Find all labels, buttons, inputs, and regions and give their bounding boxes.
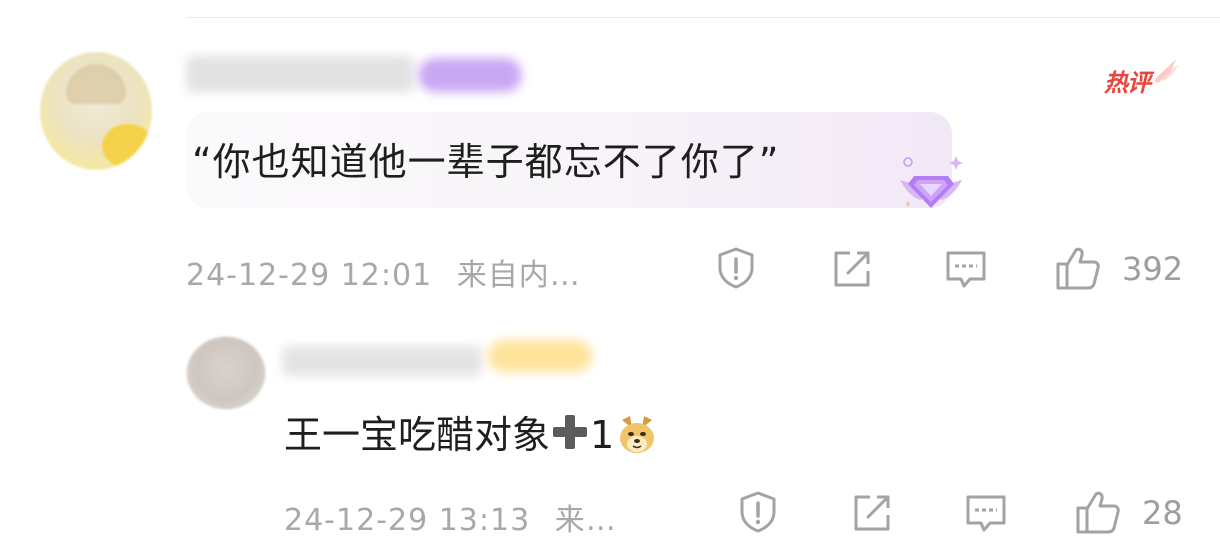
comment-meta: 24-12-29 12:01 来自内… bbox=[186, 250, 581, 294]
doge-emoji-icon bbox=[620, 416, 655, 453]
reply-username-redacted[interactable] bbox=[282, 346, 482, 376]
avatar-badge bbox=[102, 124, 152, 168]
reply-timestamp: 24-12-29 13:13 bbox=[284, 503, 531, 538]
reply-share-icon[interactable] bbox=[850, 491, 894, 535]
commenter-username-redacted[interactable] bbox=[186, 56, 414, 92]
comment-timestamp: 24-12-29 12:01 bbox=[186, 258, 433, 293]
reply-report-icon[interactable] bbox=[736, 490, 780, 534]
thumbs-up-icon[interactable] bbox=[1054, 244, 1102, 292]
reply-text-suffix: 1 bbox=[590, 413, 615, 457]
hot-comment-tag: 热评 bbox=[1100, 55, 1182, 99]
share-icon[interactable] bbox=[830, 247, 874, 291]
reply-comment-icon[interactable] bbox=[964, 492, 1008, 536]
reply-level-badge-redacted bbox=[488, 340, 592, 372]
reply-source: 来… bbox=[554, 503, 617, 538]
commenter-level-badge-redacted bbox=[418, 58, 522, 92]
reply-avatar[interactable] bbox=[186, 336, 266, 410]
comment-text: “你也知道他一辈子都忘不了你了” bbox=[192, 140, 780, 184]
commenter-avatar[interactable] bbox=[40, 52, 152, 170]
reply-like-count: 28 bbox=[1142, 494, 1183, 532]
top-divider bbox=[186, 17, 1220, 18]
reply-thumbs-up-icon[interactable] bbox=[1074, 488, 1122, 536]
report-icon[interactable] bbox=[714, 246, 758, 290]
hot-comment-label: 热评 bbox=[1104, 69, 1151, 97]
comment-source: 来自内… bbox=[456, 258, 581, 293]
avatar-hair bbox=[66, 64, 126, 104]
reply-meta: 24-12-29 13:13 来… bbox=[284, 495, 617, 539]
comment-icon[interactable] bbox=[944, 248, 988, 292]
plus-emoji-icon bbox=[553, 415, 588, 449]
reply-text-line: 王一宝吃醋对象 1 bbox=[284, 404, 658, 459]
like-count: 392 bbox=[1122, 250, 1184, 288]
reply-text: 王一宝吃醋对象 bbox=[284, 413, 551, 457]
hot-tag-icon bbox=[1154, 59, 1178, 83]
gem-badge-icon bbox=[900, 156, 963, 208]
